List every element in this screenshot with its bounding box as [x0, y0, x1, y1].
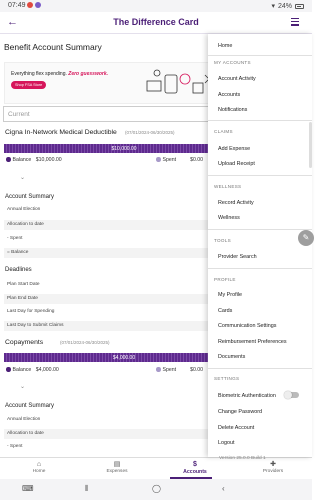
drawer-item-record-activity[interactable]: Record Activity [218, 200, 254, 206]
home-circle-icon[interactable]: ◯ [152, 484, 161, 493]
nav-home[interactable]: ⌂ Home [19, 461, 59, 474]
hamburger-menu-icon[interactable] [291, 18, 299, 28]
expenses-icon: ▤ [113, 461, 121, 468]
drawer-divider [208, 229, 312, 230]
drawer-item-reimbursement-preferences[interactable]: Reimbursement Preferences [218, 339, 287, 345]
status-bar: 07:49 ▾ 24% [0, 0, 312, 12]
drawer-item-wellness[interactable]: Wellness [218, 215, 240, 221]
account-dates: (07/01/2024-06/30/2025) [60, 340, 110, 345]
biometric-toggle[interactable] [284, 390, 299, 399]
battery-percent: 24% [277, 2, 292, 10]
drawer-section-my-accounts: MY ACCOUNTS [214, 60, 251, 65]
system-navigation: ⌨ ⦀ ◯ ‹ [0, 479, 312, 500]
drawer-item-provider-search[interactable]: Provider Search [218, 254, 257, 260]
drawer-section-settings: SETTINGS [214, 376, 240, 381]
app-title: The Difference Card [113, 17, 199, 27]
battery-icon [295, 3, 304, 9]
drawer-section-claims: CLAIMS [214, 129, 233, 134]
providers-icon: ✚ [270, 461, 276, 468]
drawer-section-wellness: WELLNESS [214, 184, 242, 189]
drawer-divider [208, 368, 312, 369]
dollar-icon: $ [193, 461, 197, 468]
notification-icons [27, 2, 41, 8]
navigation-drawer: Home MY ACCOUNTS Account Activity Accoun… [208, 34, 312, 461]
drawer-divider [208, 175, 312, 176]
drawer-item-add-expense[interactable]: Add Expense [218, 146, 250, 152]
pencil-icon[interactable]: ✎ [298, 230, 314, 246]
balance-legend: Balance $4,000.00 [6, 367, 59, 373]
drawer-item-account-activity[interactable]: Account Activity [218, 76, 256, 82]
nav-expenses[interactable]: ▤ Expenses [97, 461, 137, 474]
drawer-item-notifications[interactable]: Notifications [218, 107, 247, 113]
keyboard-icon[interactable]: ⌨ [22, 484, 34, 493]
drawer-divider [208, 268, 312, 269]
nav-providers[interactable]: ✚ Providers [253, 461, 293, 474]
spent-legend: Spent $0.00 [156, 157, 203, 163]
drawer-item-home[interactable]: Home [218, 43, 232, 49]
drawer-divider [208, 55, 312, 56]
home-icon: ⌂ [36, 461, 42, 468]
account-summary-heading: Account Summary [5, 194, 55, 200]
app-bar: ← The Difference Card [0, 12, 312, 34]
drawer-item-my-profile[interactable]: My Profile [218, 292, 242, 298]
shop-fsa-store-button[interactable]: Shop FSA Store [11, 81, 47, 89]
chevron-down-icon[interactable]: ⌄ [20, 174, 25, 181]
app-version: Version 25.0.0 Build 1 [219, 456, 266, 461]
drawer-item-upload-receipt[interactable]: Upload Receipt [218, 161, 255, 167]
nav-accounts[interactable]: $ Accounts [175, 461, 215, 475]
banner-illustration [146, 69, 214, 94]
drawer-section-profile: PROFILE [214, 277, 236, 282]
scroll-handle[interactable] [309, 122, 312, 168]
drawer-item-communication-settings[interactable]: Communication Settings [218, 323, 276, 329]
balance-legend: Balance $10,000.00 [6, 157, 62, 163]
drawer-item-accounts[interactable]: Accounts [218, 92, 240, 98]
drawer-section-tools: TOOLS [214, 238, 231, 243]
account-title: Copayments [5, 339, 44, 346]
status-right: ▾ 24% [271, 2, 304, 10]
chevron-down-icon[interactable]: ⌄ [20, 383, 25, 390]
drawer-item-cards[interactable]: Cards [218, 308, 232, 314]
banner-text: Everything flex spending. Zero guesswork… [11, 71, 108, 77]
drawer-item-delete-account[interactable]: Delete Account [218, 425, 254, 431]
account-summary-heading: Account Summary [5, 403, 55, 409]
drawer-item-change-password[interactable]: Change Password [218, 409, 262, 415]
account-dates: (07/01/2024-06/30/2025) [125, 130, 175, 135]
wifi-icon: ▾ [271, 3, 275, 10]
system-back-icon[interactable]: ‹ [222, 484, 225, 493]
drawer-item-logout[interactable]: Logout [218, 440, 235, 446]
spent-legend: Spent $0.00 [156, 367, 203, 373]
page-title: Benefit Account Summary [4, 42, 102, 52]
drawer-item-biometric: Biometric Authentication [218, 393, 276, 399]
recent-apps-icon[interactable]: ⦀ [85, 484, 89, 494]
drawer-divider [208, 120, 312, 121]
account-title: Cigna In-Network Medical Deductible [5, 129, 117, 136]
deadlines-heading: Deadlines [5, 267, 32, 273]
status-time: 07:49 [8, 2, 26, 9]
drawer-item-documents[interactable]: Documents [218, 354, 245, 360]
